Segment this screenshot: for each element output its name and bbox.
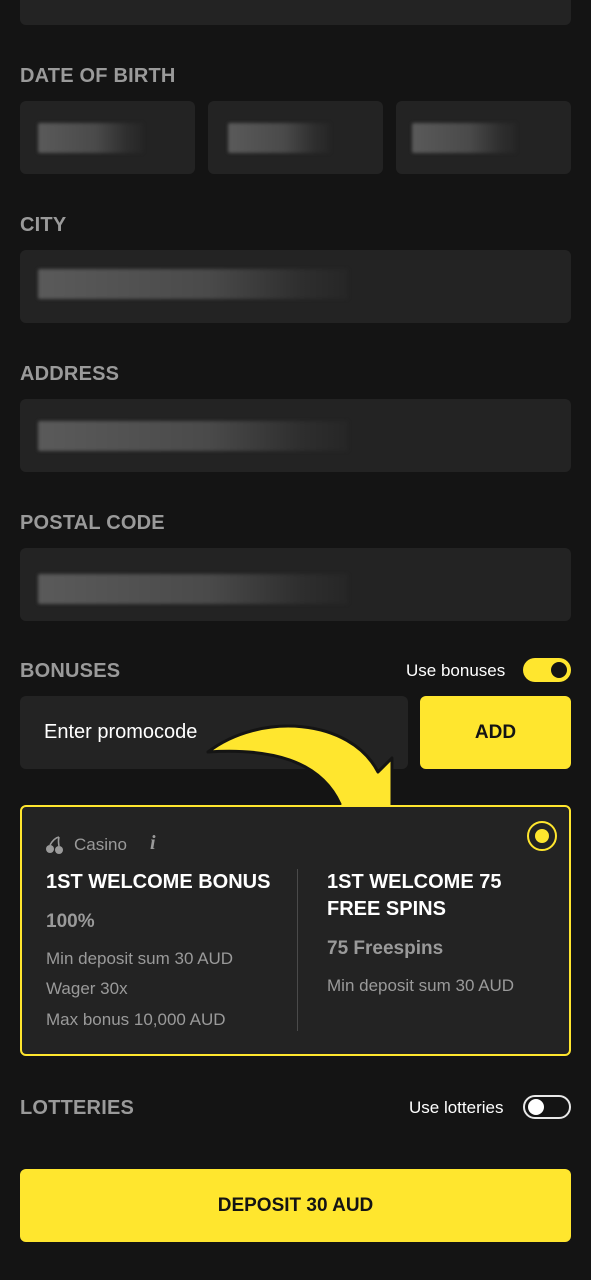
right-bonus-title-line1: 1ST WELCOME 75 (327, 871, 502, 893)
address-input[interactable] (20, 399, 571, 472)
postal-code-input[interactable] (20, 548, 571, 621)
right-bonus-freespins: 75 Freespins (327, 938, 444, 959)
birth-year-select[interactable] (396, 101, 571, 174)
bonuses-label: BONUSES (20, 660, 121, 682)
city-input[interactable] (20, 250, 571, 323)
redacted-value (228, 123, 330, 153)
left-bonus-title: 1ST WELCOME BONUS (46, 871, 271, 893)
add-promocode-button[interactable]: ADD (420, 696, 571, 769)
redacted-value (38, 123, 143, 153)
city-label: CITY (20, 214, 67, 236)
use-lotteries-label: Use lotteries (409, 1098, 504, 1117)
toggle-knob (551, 662, 567, 678)
bonus-selected-radio[interactable] (527, 821, 557, 851)
address-label: ADDRESS (20, 363, 120, 385)
cherries-icon (46, 836, 63, 854)
use-lotteries-toggle[interactable] (523, 1095, 571, 1119)
toggle-knob (528, 1099, 544, 1115)
use-bonuses-label: Use bonuses (406, 661, 506, 680)
lotteries-label: LOTTERIES (20, 1097, 135, 1119)
birth-month-select[interactable] (208, 101, 383, 174)
left-bonus-wager: Wager 30x (46, 979, 128, 998)
right-bonus-min-deposit: Min deposit sum 30 AUD (327, 976, 515, 995)
birth-day-select[interactable] (20, 101, 195, 174)
welcome-bonus-card[interactable]: Casino i 1ST WELCOME BONUS 100% Min depo… (20, 805, 571, 1056)
previous-field-input[interactable] (20, 0, 571, 25)
left-bonus-min-deposit: Min deposit sum 30 AUD (46, 949, 234, 968)
deposit-button[interactable]: DEPOSIT 30 AUD (20, 1169, 571, 1242)
redacted-value (38, 269, 348, 299)
right-bonus-title-line2: FREE SPINS (327, 898, 446, 920)
casino-category-label: Casino (74, 835, 127, 854)
use-bonuses-toggle[interactable] (523, 658, 571, 682)
date-of-birth-label: DATE OF BIRTH (20, 65, 176, 87)
radio-dot (535, 829, 549, 843)
left-bonus-percent: 100% (46, 911, 95, 932)
column-divider (297, 869, 298, 1031)
redacted-value (38, 421, 348, 451)
redacted-value (38, 574, 348, 604)
left-bonus-max: Max bonus 10,000 AUD (46, 1010, 226, 1029)
postal-code-label: POSTAL CODE (20, 512, 165, 534)
redacted-value (412, 123, 516, 153)
info-icon[interactable]: i (150, 832, 156, 855)
